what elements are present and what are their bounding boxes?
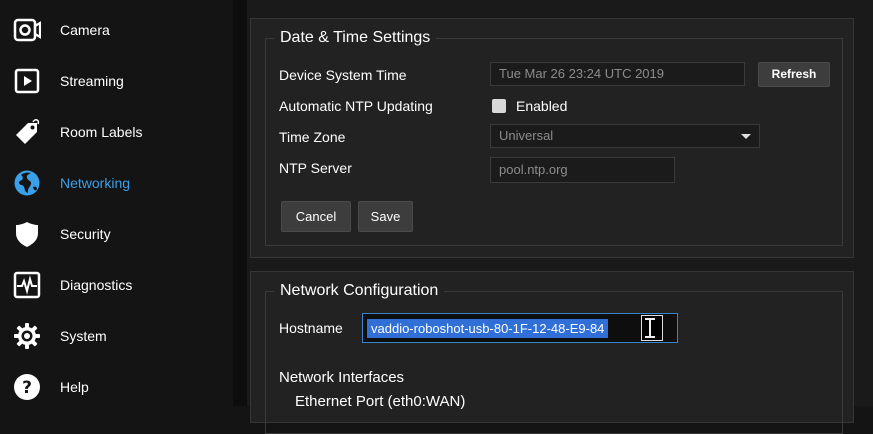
datetime-title: Date & Time Settings <box>280 29 431 46</box>
sidebar-item-label: Networking <box>60 175 131 191</box>
main-content: Date & Time Settings Device System Time … <box>247 0 873 434</box>
tag-icon <box>13 118 41 146</box>
cancel-button[interactable]: Cancel <box>281 201 351 232</box>
help-icon: ? <box>13 373 41 401</box>
sidebar-item-room-labels[interactable]: Room Labels <box>0 110 233 154</box>
sidebar-item-camera[interactable]: Camera <box>0 8 233 52</box>
device-time-label: Device System Time <box>279 67 407 83</box>
ntp-updating-label: Automatic NTP Updating <box>279 98 433 114</box>
streaming-icon <box>13 67 41 95</box>
globe-icon <box>13 169 41 197</box>
sidebar: Camera Streaming Room Labels Networking … <box>0 0 233 406</box>
ntp-enabled-checkbox[interactable] <box>492 99 506 113</box>
sidebar-item-label: Diagnostics <box>60 277 133 293</box>
network-fieldset: Network Configuration <box>265 282 843 434</box>
ethernet-port-label: Ethernet Port (eth0:WAN) <box>295 393 466 410</box>
sidebar-item-streaming[interactable]: Streaming <box>0 59 233 103</box>
refresh-button[interactable]: Refresh <box>758 62 830 87</box>
text-cursor-icon <box>645 318 655 338</box>
hostname-value: vaddio-roboshot-usb-80-1F-12-48-E9-84 <box>367 319 609 338</box>
sidebar-divider <box>233 0 247 406</box>
sidebar-item-help[interactable]: ? Help <box>0 365 233 409</box>
sidebar-item-label: Camera <box>60 22 110 38</box>
sidebar-item-networking[interactable]: Networking <box>0 161 233 205</box>
network-panel: Network Configuration Hostname vaddio-ro… <box>250 271 854 434</box>
sidebar-item-label: Help <box>60 379 89 395</box>
shield-icon <box>13 220 41 248</box>
ntp-enabled-label: Enabled <box>516 98 568 114</box>
sidebar-item-label: Room Labels <box>60 124 143 140</box>
ntp-server-input[interactable]: pool.ntp.org <box>490 157 675 183</box>
hostname-input[interactable]: vaddio-roboshot-usb-80-1F-12-48-E9-84 <box>362 313 678 343</box>
sidebar-item-label: Streaming <box>60 73 124 89</box>
sidebar-item-system[interactable]: System <box>0 314 233 358</box>
device-time-field: Tue Mar 26 23:24 UTC 2019 <box>490 62 745 86</box>
datetime-panel: Date & Time Settings Device System Time … <box>250 18 854 258</box>
chevron-down-icon <box>741 134 751 139</box>
network-title: Network Configuration <box>280 282 439 299</box>
save-button[interactable]: Save <box>358 201 413 232</box>
sidebar-item-label: Security <box>60 226 111 242</box>
hostname-label: Hostname <box>279 320 343 336</box>
sidebar-item-diagnostics[interactable]: Diagnostics <box>0 263 233 307</box>
timezone-select[interactable]: Universal <box>490 124 760 148</box>
timezone-value: Universal <box>499 128 554 143</box>
sidebar-item-security[interactable]: Security <box>0 212 233 256</box>
camera-icon <box>13 16 41 44</box>
timezone-label: Time Zone <box>279 129 346 145</box>
pulse-icon <box>13 271 41 299</box>
ntp-server-label: NTP Server <box>279 160 352 176</box>
sidebar-item-label: System <box>60 328 107 344</box>
network-interfaces-label: Network Interfaces <box>279 369 405 386</box>
svg-text:?: ? <box>22 378 32 398</box>
gear-icon <box>13 322 41 350</box>
